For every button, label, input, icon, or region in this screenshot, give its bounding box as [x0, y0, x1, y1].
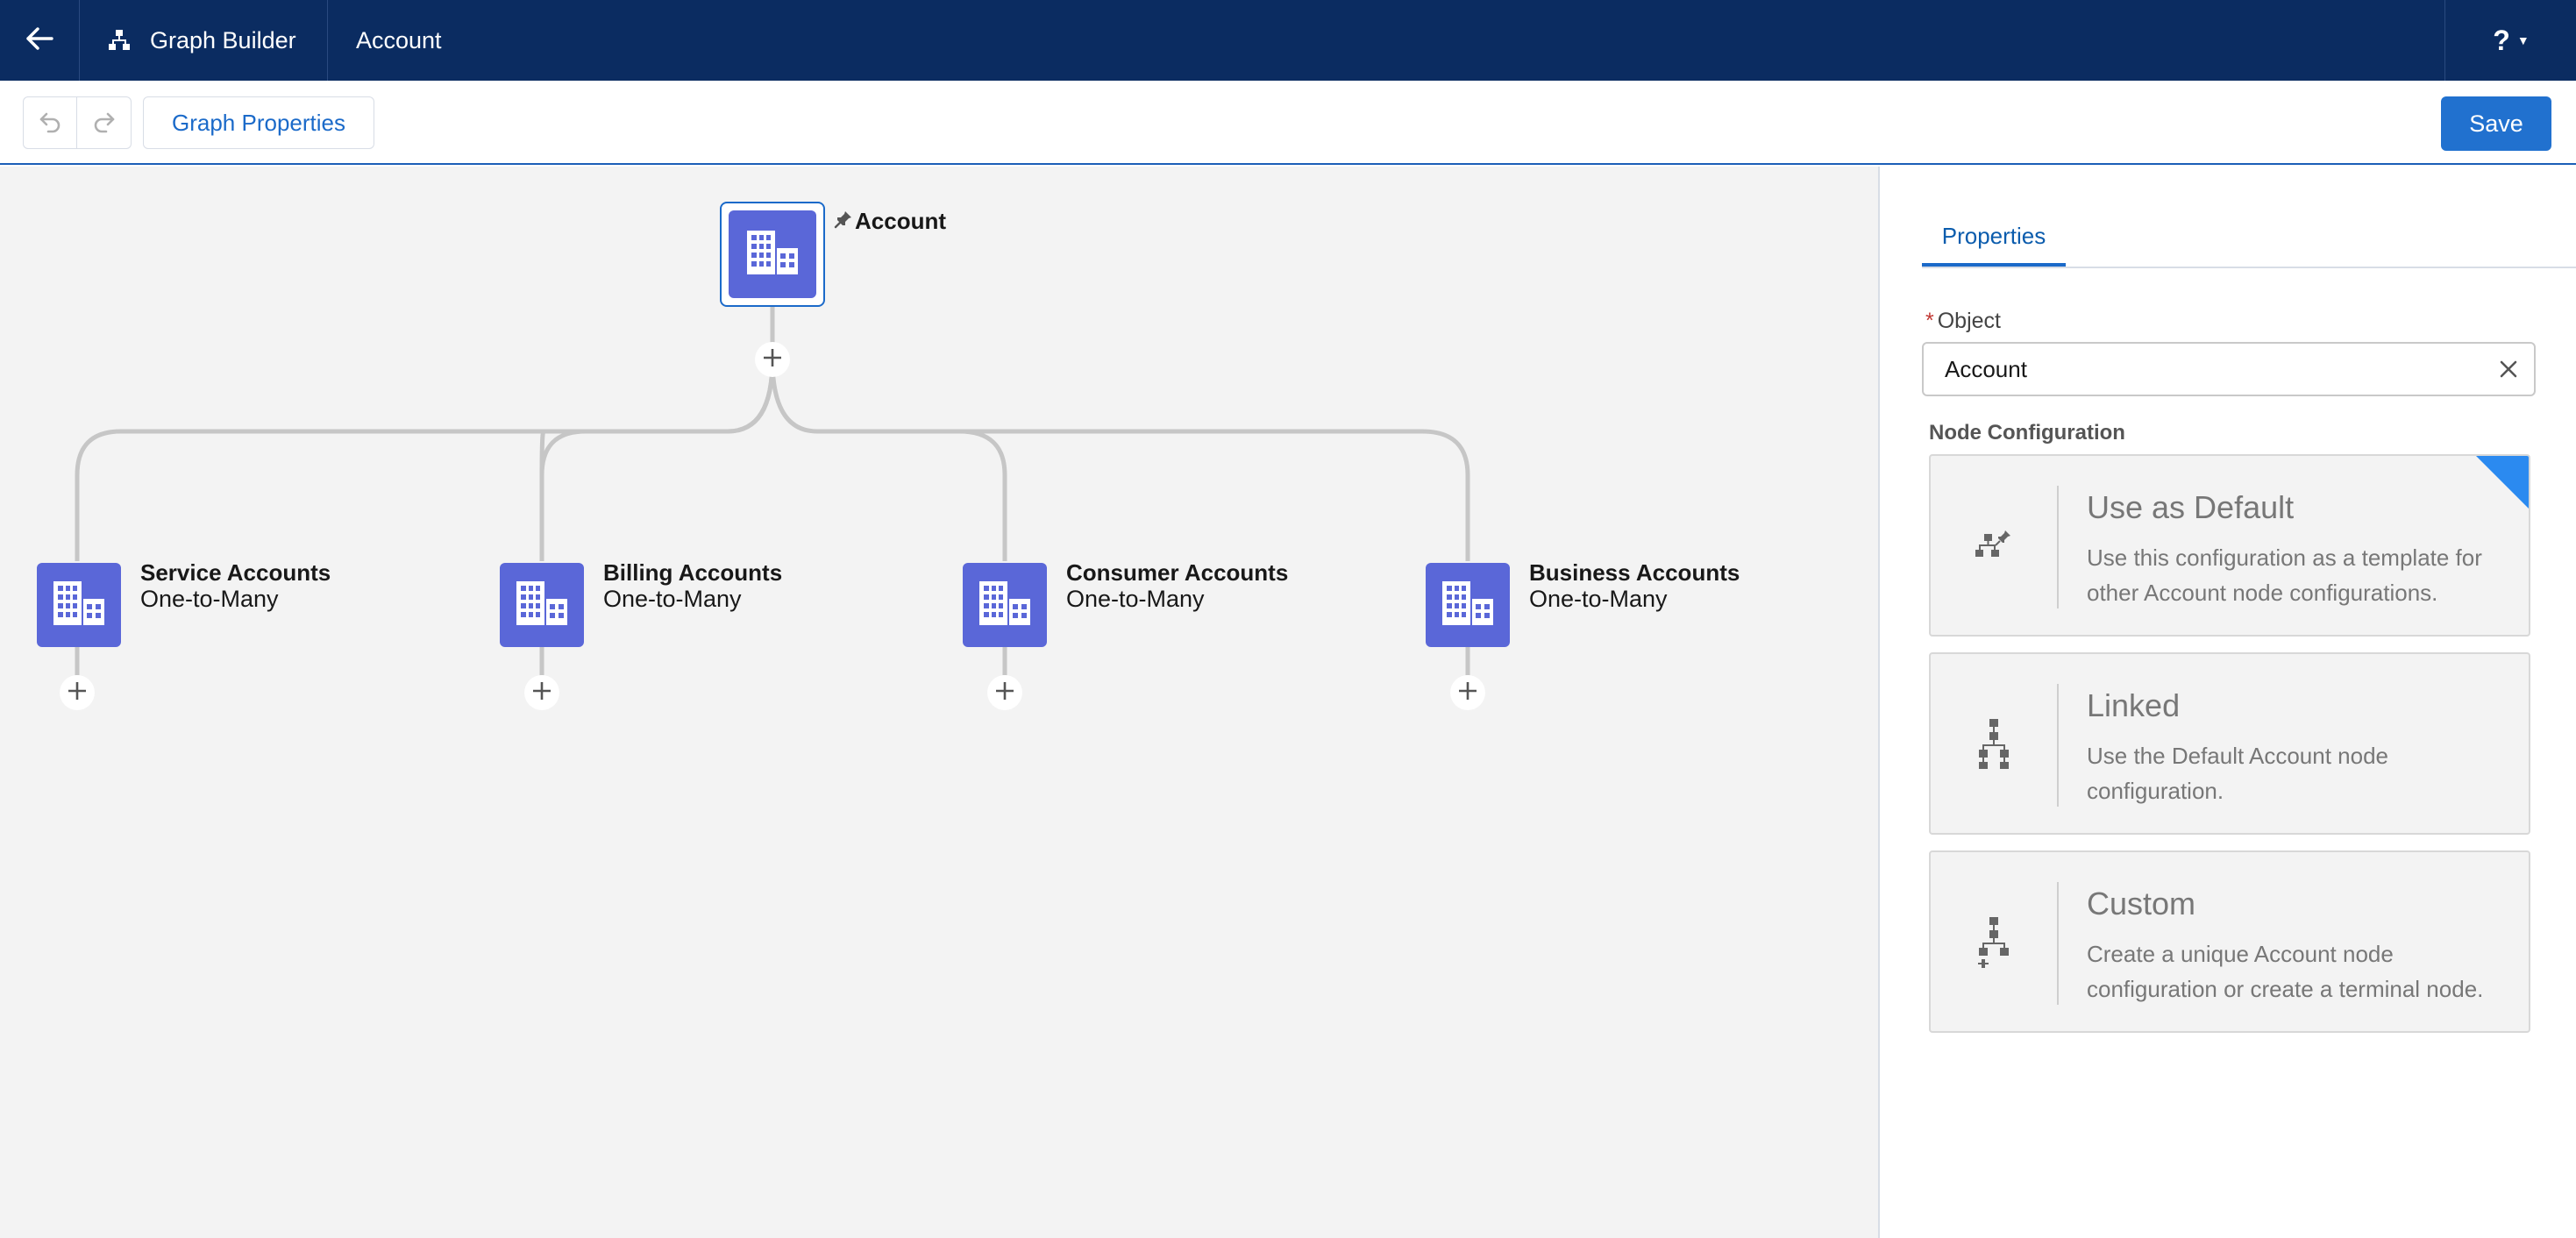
- app-name: Graph Builder: [80, 0, 328, 81]
- undo-button[interactable]: [23, 96, 77, 149]
- child-node-business-accounts[interactable]: [1426, 563, 1510, 647]
- child-node-relationship: One-to-Many: [603, 586, 742, 612]
- help-menu-button[interactable]: ? ▼: [2444, 0, 2576, 81]
- option-title: Use as Default: [2087, 489, 2295, 525]
- option-title: Linked: [2087, 687, 2181, 723]
- child-node-billing-accounts[interactable]: [500, 563, 584, 647]
- building-icon: [53, 580, 104, 630]
- card-divider: [2057, 882, 2059, 1005]
- caret-down-icon: ▼: [2516, 33, 2530, 47]
- tab-divider: [1922, 267, 2576, 268]
- plus-icon: [68, 681, 87, 705]
- building-icon: [516, 580, 567, 630]
- toolbar: Graph Properties Save: [0, 81, 2576, 165]
- object-input[interactable]: Account: [1922, 342, 2536, 396]
- plus-icon: [1458, 681, 1477, 705]
- connector-lines: [75, 307, 1470, 675]
- option-custom[interactable]: Custom Create a unique Account node conf…: [1929, 850, 2530, 1033]
- option-use-as-default[interactable]: Use as Default Use this configuration as…: [1929, 454, 2530, 637]
- card-divider: [2057, 684, 2059, 807]
- record-name: Account: [356, 26, 442, 53]
- card-divider: [2057, 486, 2059, 608]
- child-node-service-accounts[interactable]: [37, 563, 121, 647]
- option-description: Use the Default Account node configurati…: [2087, 743, 2389, 804]
- selected-corner-indicator: [2476, 456, 2529, 509]
- tab-properties[interactable]: Properties: [1922, 223, 2066, 267]
- object-input-value: Account: [1945, 355, 2027, 382]
- object-field-label: * Object: [1925, 309, 2001, 334]
- save-button[interactable]: Save: [2441, 96, 2551, 151]
- child-node-title: Service Accounts: [140, 559, 331, 586]
- add-child-button[interactable]: [60, 675, 95, 710]
- root-node-title: Account: [855, 208, 946, 234]
- root-node[interactable]: [729, 210, 816, 298]
- linked-hierarchy-icon: [1969, 715, 2018, 772]
- graph-properties-button[interactable]: Graph Properties: [143, 96, 374, 149]
- child-node-relationship: One-to-Many: [140, 586, 279, 612]
- default-config-icon: [1969, 517, 2018, 573]
- plus-icon: [995, 681, 1014, 705]
- help-label: ?: [2493, 24, 2510, 56]
- option-linked[interactable]: Linked Use the Default Account node conf…: [1929, 652, 2530, 835]
- add-child-button[interactable]: [524, 675, 559, 710]
- add-child-button[interactable]: [1450, 675, 1485, 710]
- back-arrow-icon: [25, 26, 53, 54]
- graph-canvas[interactable]: Account Service Accounts One-to-Many Bil…: [0, 167, 1880, 1238]
- child-node-title: Business Accounts: [1529, 559, 1740, 586]
- building-icon: [747, 230, 798, 279]
- undo-icon: [38, 109, 62, 138]
- back-button[interactable]: [0, 0, 80, 81]
- required-marker: *: [1925, 309, 1934, 333]
- plus-icon: [532, 681, 551, 705]
- option-title: Custom: [2087, 886, 2196, 921]
- hierarchy-icon: [108, 29, 131, 52]
- clear-icon[interactable]: [2495, 356, 2522, 382]
- child-node-relationship: One-to-Many: [1066, 586, 1205, 612]
- option-description: Use this configuration as a template for…: [2087, 544, 2482, 606]
- add-child-button[interactable]: [987, 675, 1022, 710]
- pin-icon: [834, 210, 853, 233]
- redo-icon: [92, 109, 117, 138]
- child-node-consumer-accounts[interactable]: [963, 563, 1047, 647]
- child-node-title: Consumer Accounts: [1066, 559, 1289, 586]
- app-name-label: Graph Builder: [150, 26, 296, 53]
- child-node-title: Billing Accounts: [603, 559, 783, 586]
- plus-icon: [763, 348, 782, 372]
- root-node-label: Account: [834, 208, 946, 235]
- custom-hierarchy-icon: [1969, 914, 2018, 970]
- global-header: Graph Builder Account ? ▼: [0, 0, 2576, 81]
- building-icon: [1442, 580, 1493, 630]
- redo-button[interactable]: [77, 96, 132, 149]
- child-node-relationship: One-to-Many: [1529, 586, 1668, 612]
- properties-panel: Properties * Object Account Node Configur…: [1880, 167, 2576, 1238]
- object-label-text: Object: [1937, 309, 2001, 333]
- option-description: Create a unique Account node configurati…: [2087, 941, 2484, 1002]
- add-child-button[interactable]: [755, 342, 790, 377]
- node-configuration-label: Node Configuration: [1929, 421, 2125, 445]
- building-icon: [979, 580, 1030, 630]
